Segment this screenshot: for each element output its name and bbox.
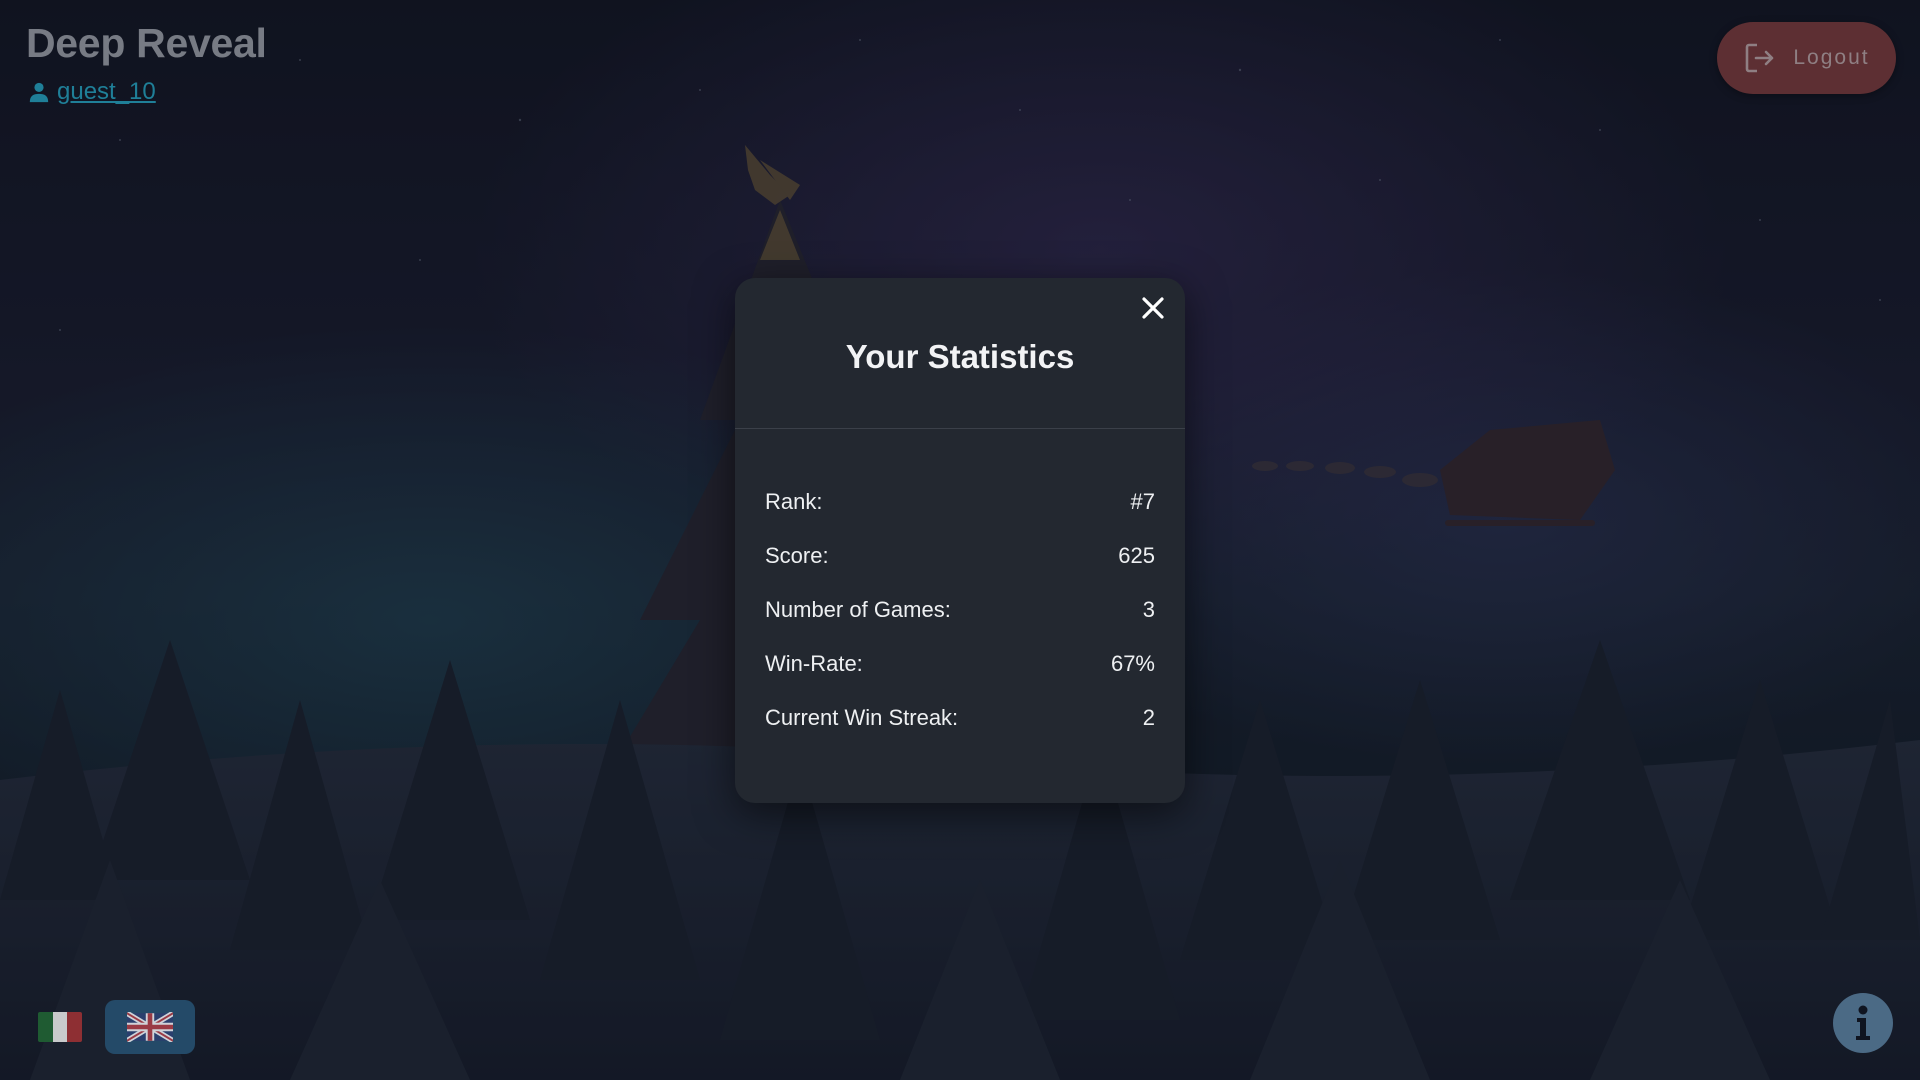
logout-icon xyxy=(1746,43,1774,73)
stat-value: 2 xyxy=(1142,705,1155,730)
stat-value: #7 xyxy=(1130,489,1155,514)
close-icon xyxy=(1142,297,1164,319)
statistics-modal: Your Statistics Rank: #7 Score: 625 Numb… xyxy=(735,278,1185,803)
stat-label: Current Win Streak: xyxy=(765,705,959,730)
stat-row-rank: Rank: #7 xyxy=(765,475,1155,529)
stat-value: 625 xyxy=(1118,543,1155,568)
stat-label: Score: xyxy=(765,543,829,568)
info-button[interactable] xyxy=(1833,993,1893,1053)
stat-row-win-streak: Current Win Streak: 2 xyxy=(765,691,1155,745)
info-icon xyxy=(1856,1005,1870,1040)
modal-header: Your Statistics xyxy=(735,278,1185,429)
logout-label: Logout xyxy=(1793,46,1870,69)
username-text: guest_10 xyxy=(57,78,156,105)
stat-row-games: Number of Games: 3 xyxy=(765,583,1155,637)
modal-title: Your Statistics xyxy=(845,338,1075,375)
stat-row-score: Score: 625 xyxy=(765,529,1155,583)
stat-label: Rank: xyxy=(765,489,823,514)
stat-value: 3 xyxy=(1142,597,1155,622)
stat-label: Number of Games: xyxy=(765,597,951,622)
logout-button[interactable]: Logout xyxy=(1717,22,1896,94)
language-english-button[interactable] xyxy=(105,1000,195,1054)
stats-list: Rank: #7 Score: 625 Number of Games: 3 W… xyxy=(735,429,1185,745)
stat-value: 67% xyxy=(1110,651,1155,676)
close-button[interactable] xyxy=(1137,292,1169,324)
stat-label: Win-Rate: xyxy=(765,651,863,676)
person-icon xyxy=(29,82,49,103)
app-title: Deep Reveal xyxy=(26,20,267,66)
uk-flag-icon xyxy=(127,1012,173,1042)
stat-row-win-rate: Win-Rate: 67% xyxy=(765,637,1155,691)
user-profile-link[interactable]: guest_10 xyxy=(28,78,156,106)
italian-flag-icon[interactable] xyxy=(38,1012,82,1042)
